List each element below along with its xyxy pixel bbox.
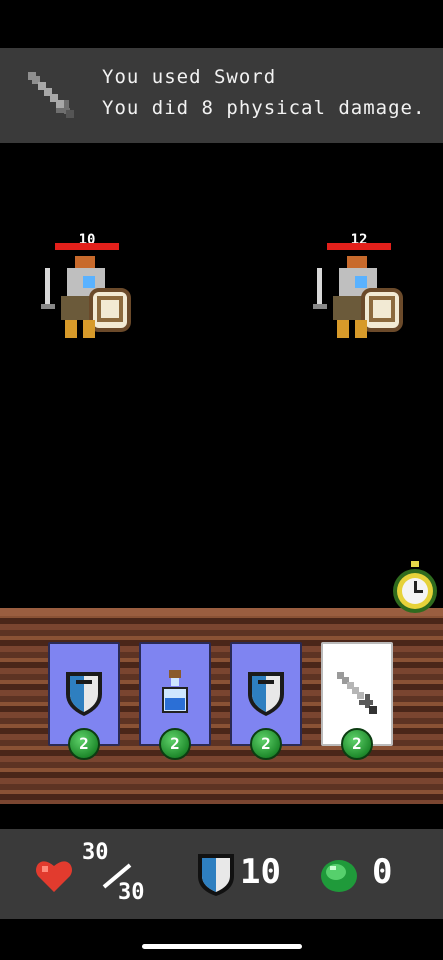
log-line-2: You did 8 physical damage. (102, 97, 426, 119)
sword-icon (28, 72, 74, 118)
card-cost-badge: 2 (159, 728, 191, 760)
gem-icon (321, 860, 357, 892)
shield-icon (248, 672, 284, 716)
knight-enemy-sprite (313, 256, 403, 338)
shield-icon (198, 854, 234, 896)
enemy-hp-bar (327, 243, 391, 250)
turn-timer-icon[interactable] (389, 561, 441, 615)
card-cost-badge: 2 (68, 728, 100, 760)
shield-icon (66, 672, 102, 716)
enemy-2[interactable]: 12 (313, 232, 427, 352)
home-indicator[interactable] (142, 944, 302, 949)
card-cost-badge: 2 (341, 728, 373, 760)
potion-icon (162, 670, 188, 713)
player-hp-max: 30 (118, 880, 145, 905)
player-gem-count: 0 (372, 852, 393, 892)
heart-icon (36, 861, 72, 892)
player-hp-current: 30 (82, 840, 109, 865)
enemy-hp-bar (55, 243, 119, 250)
knight-enemy-sprite (41, 256, 131, 338)
status-bar (0, 0, 443, 48)
card-cost-badge: 2 (250, 728, 282, 760)
log-line-1: You used Sword (102, 66, 277, 88)
player-armor-value: 10 (240, 852, 281, 892)
enemy-1[interactable]: 10 (41, 232, 155, 352)
sword-icon (337, 672, 377, 714)
